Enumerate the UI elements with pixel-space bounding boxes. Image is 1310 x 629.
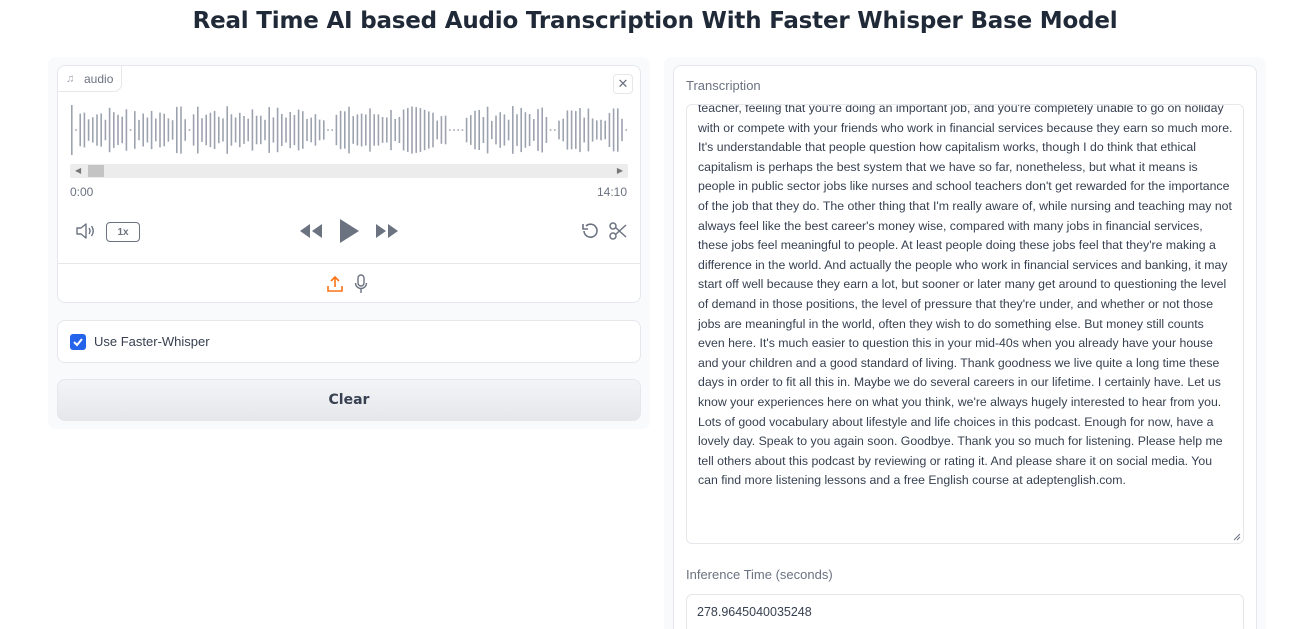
audio-source-bar <box>58 263 640 303</box>
use-faster-whisper-checkbox[interactable] <box>70 334 86 350</box>
undo-icon[interactable] <box>580 221 600 241</box>
transcription-panel: Transcription teacher, feeling that you'… <box>673 65 1257 555</box>
fast-forward-icon[interactable] <box>374 222 400 240</box>
inference-time-panel: Inference Time (seconds) 278.96450400352… <box>673 554 1257 629</box>
microphone-icon[interactable] <box>354 274 368 294</box>
close-icon: ✕ <box>617 76 629 91</box>
audio-label: audio <box>84 71 114 86</box>
music-note-icon: ♫ <box>66 72 75 85</box>
current-time: 0:00 <box>70 185 94 199</box>
volume-icon[interactable] <box>74 220 96 242</box>
inference-time-label: Inference Time (seconds) <box>686 567 833 582</box>
close-button[interactable]: ✕ <box>613 74 633 94</box>
playback-speed-button[interactable]: 1x <box>106 222 140 242</box>
audio-label-badge: ♫ audio <box>58 66 123 92</box>
duration-time: 14:10 <box>596 185 627 199</box>
checkmark-icon <box>73 338 83 347</box>
page-title: Real Time AI based Audio Transcription W… <box>192 8 1118 34</box>
resize-handle-icon[interactable] <box>1233 533 1241 541</box>
audio-waveform[interactable] <box>70 104 628 156</box>
output-column: Transcription teacher, feeling that you'… <box>664 57 1266 629</box>
audio-component: ♫ audio ✕ ◀ ▶ 0:00 14:10 1x <box>57 65 641 303</box>
transcription-text: teacher, feeling that you're doing an im… <box>698 104 1233 488</box>
scissors-icon[interactable] <box>608 221 628 241</box>
scroll-left-icon[interactable]: ◀ <box>75 166 81 175</box>
transcription-label: Transcription <box>686 78 761 93</box>
use-faster-whisper-label[interactable]: Use Faster-Whisper <box>94 334 210 349</box>
clear-button[interactable]: Clear <box>57 379 641 421</box>
upload-icon[interactable] <box>326 275 344 293</box>
playback-controls: 1x <box>58 214 642 250</box>
play-icon[interactable] <box>337 217 361 245</box>
scrollbar-thumb[interactable] <box>88 165 104 177</box>
faster-whisper-option: Use Faster-Whisper <box>57 320 641 363</box>
scroll-right-icon[interactable]: ▶ <box>617 166 623 175</box>
inference-time-field[interactable]: 278.9645040035248 <box>686 594 1244 629</box>
transcription-textarea[interactable]: teacher, feeling that you're doing an im… <box>686 104 1244 544</box>
waveform-scrollbar[interactable]: ◀ ▶ <box>70 164 628 178</box>
rewind-icon[interactable] <box>298 222 324 240</box>
input-column: ♫ audio ✕ ◀ ▶ 0:00 14:10 1x Use Faster-W… <box>48 57 650 429</box>
